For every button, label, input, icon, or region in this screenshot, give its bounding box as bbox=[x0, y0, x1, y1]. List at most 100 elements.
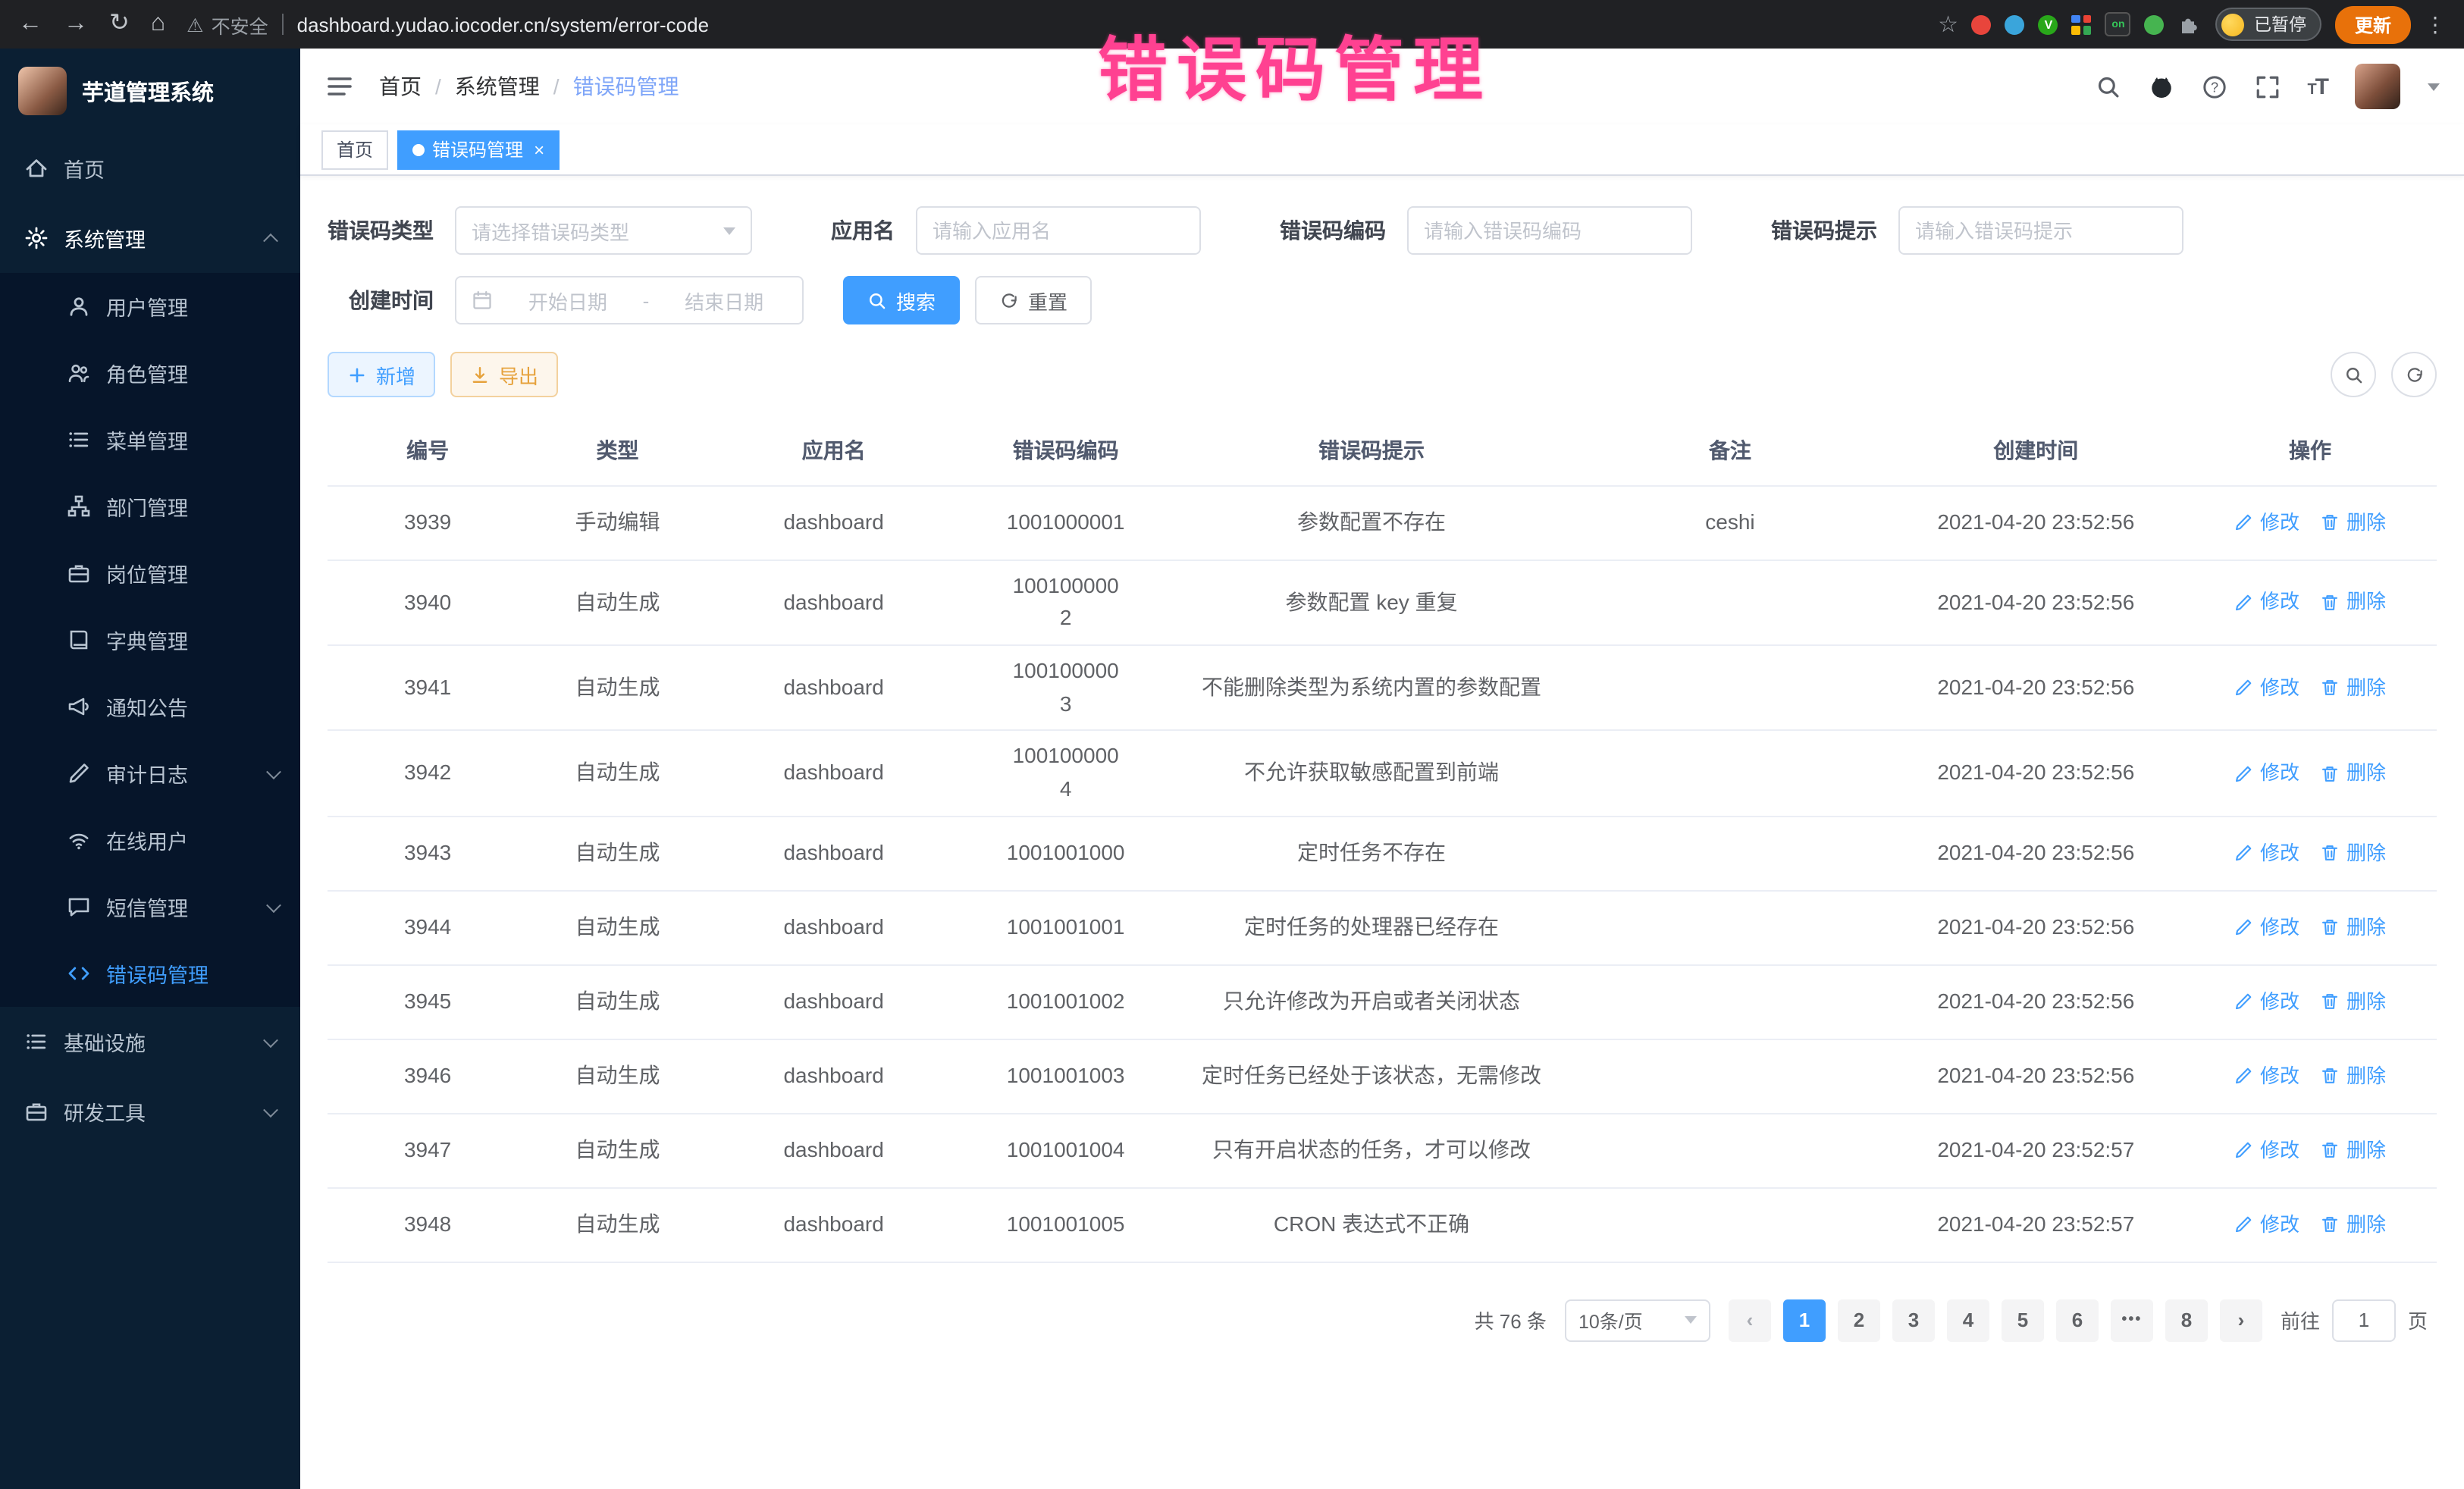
sidebar-item-departments[interactable]: 部门管理 bbox=[0, 473, 300, 540]
next-page-button[interactable]: › bbox=[2220, 1299, 2262, 1342]
puzzle-extensions-icon[interactable] bbox=[2178, 12, 2202, 36]
plus-icon bbox=[347, 365, 367, 384]
bookmark-star-icon[interactable]: ☆ bbox=[1938, 11, 1958, 38]
page-button[interactable]: 4 bbox=[1947, 1299, 1989, 1342]
cell-type: 自动生成 bbox=[528, 1134, 707, 1167]
delete-link[interactable]: 删除 bbox=[2321, 758, 2386, 788]
edit-link[interactable]: 修改 bbox=[2234, 1061, 2299, 1091]
page-button[interactable]: 1 bbox=[1783, 1299, 1826, 1342]
extension-icon[interactable] bbox=[2005, 14, 2025, 34]
app-name-input[interactable] bbox=[916, 206, 1201, 255]
page-button[interactable]: 2 bbox=[1838, 1299, 1880, 1342]
sidebar-item-audit-log[interactable]: 审计日志 bbox=[0, 740, 300, 807]
paused-badge[interactable]: 已暂停 bbox=[2216, 8, 2321, 41]
delete-link[interactable]: 删除 bbox=[2321, 986, 2386, 1017]
page-button[interactable]: 3 bbox=[1892, 1299, 1935, 1342]
forward-icon[interactable]: → bbox=[64, 12, 88, 36]
pencil-icon bbox=[2234, 1141, 2254, 1161]
refresh-icon[interactable]: ↻ bbox=[109, 12, 130, 36]
page-button[interactable]: 6 bbox=[2056, 1299, 2099, 1342]
browser-menu-icon[interactable]: ⋮ bbox=[2425, 11, 2446, 37]
sidebar-item-home[interactable]: 首页 bbox=[0, 133, 300, 203]
delete-link[interactable]: 删除 bbox=[2321, 507, 2386, 538]
search-icon[interactable] bbox=[2095, 74, 2121, 99]
help-icon[interactable] bbox=[2201, 74, 2227, 99]
hamburger-icon[interactable] bbox=[324, 71, 355, 102]
app-logo[interactable]: 芋道管理系统 bbox=[0, 49, 300, 133]
font-size-icon[interactable]: TT bbox=[2307, 74, 2328, 99]
edit-link[interactable]: 修改 bbox=[2234, 912, 2299, 942]
extension-icon[interactable]: V bbox=[2039, 14, 2058, 34]
delete-link[interactable]: 删除 bbox=[2321, 1061, 2386, 1091]
chevron-down-icon bbox=[1685, 1317, 1697, 1324]
edit-link[interactable]: 修改 bbox=[2234, 588, 2299, 618]
edit-link[interactable]: 修改 bbox=[2234, 838, 2299, 868]
avatar[interactable] bbox=[2355, 64, 2400, 109]
sidebar-item-label: 角色管理 bbox=[106, 358, 188, 388]
more-pages-button[interactable]: ••• bbox=[2111, 1299, 2153, 1342]
edit-link[interactable]: 修改 bbox=[2234, 1209, 2299, 1240]
delete-link[interactable]: 删除 bbox=[2321, 672, 2386, 703]
security-warning[interactable]: ⚠ 不安全 bbox=[187, 10, 268, 39]
show-search-button[interactable] bbox=[2331, 352, 2376, 397]
refresh-table-button[interactable] bbox=[2391, 352, 2437, 397]
page-size-select[interactable]: 10条/页 bbox=[1565, 1299, 1710, 1342]
delete-link[interactable]: 删除 bbox=[2321, 1209, 2386, 1240]
add-button[interactable]: 新增 bbox=[328, 352, 435, 397]
page-button[interactable]: 8 bbox=[2165, 1299, 2208, 1342]
cell-code: 100100000 3 bbox=[961, 655, 1171, 721]
sidebar-item-infrastructure[interactable]: 基础设施 bbox=[0, 1007, 300, 1077]
error-code-input[interactable] bbox=[1407, 206, 1692, 255]
extension-icon[interactable] bbox=[1972, 14, 1992, 34]
extension-grid-icon[interactable] bbox=[2072, 14, 2092, 34]
address-bar[interactable]: ⚠ 不安全 dashboard.yudao.iocoder.cn/system/… bbox=[187, 10, 1917, 39]
edit-link[interactable]: 修改 bbox=[2234, 986, 2299, 1017]
sidebar-item-devtools[interactable]: 研发工具 bbox=[0, 1077, 300, 1146]
reset-button[interactable]: 重置 bbox=[975, 276, 1092, 324]
error-hint-input[interactable] bbox=[1898, 206, 2183, 255]
sidebar-item-online-users[interactable]: 在线用户 bbox=[0, 807, 300, 873]
goto-page-input[interactable] bbox=[2332, 1299, 2396, 1342]
sidebar-item-menus[interactable]: 菜单管理 bbox=[0, 406, 300, 473]
delete-link[interactable]: 删除 bbox=[2321, 588, 2386, 618]
table-row: 3939 手动编辑 dashboard 1001000001 参数配置不存在 c… bbox=[328, 486, 2437, 560]
breadcrumb-home[interactable]: 首页 bbox=[379, 71, 422, 102]
edit-link[interactable]: 修改 bbox=[2234, 672, 2299, 703]
edit-link[interactable]: 修改 bbox=[2234, 1135, 2299, 1165]
sidebar-item-system[interactable]: 系统管理 bbox=[0, 203, 300, 273]
fullscreen-icon[interactable] bbox=[2254, 74, 2280, 99]
extension-icon[interactable] bbox=[2145, 14, 2165, 34]
error-type-select[interactable]: 请选择错误码类型 bbox=[455, 206, 752, 255]
extension-on-badge[interactable]: on bbox=[2105, 12, 2131, 36]
delete-link[interactable]: 删除 bbox=[2321, 912, 2386, 942]
delete-link[interactable]: 删除 bbox=[2321, 838, 2386, 868]
delete-link[interactable]: 删除 bbox=[2321, 1135, 2386, 1165]
github-icon[interactable] bbox=[2148, 74, 2174, 99]
sidebar-item-users[interactable]: 用户管理 bbox=[0, 273, 300, 340]
tag-error-code[interactable]: 错误码管理 × bbox=[397, 130, 560, 169]
back-icon[interactable]: ← bbox=[18, 12, 42, 36]
prev-page-button[interactable]: ‹ bbox=[1729, 1299, 1771, 1342]
export-button[interactable]: 导出 bbox=[450, 352, 558, 397]
search-button[interactable]: 搜索 bbox=[843, 276, 960, 324]
close-icon[interactable]: × bbox=[534, 139, 544, 160]
update-button[interactable]: 更新 bbox=[2335, 5, 2411, 43]
date-range-picker[interactable]: 开始日期 - 结束日期 bbox=[455, 276, 804, 324]
sidebar-item-positions[interactable]: 岗位管理 bbox=[0, 540, 300, 607]
sidebar-item-roles[interactable]: 角色管理 bbox=[0, 340, 300, 406]
sidebar-item-announcements[interactable]: 通知公告 bbox=[0, 673, 300, 740]
url-text[interactable]: dashboard.yudao.iocoder.cn/system/error-… bbox=[297, 13, 709, 36]
sidebar-item-sms[interactable]: 短信管理 bbox=[0, 873, 300, 940]
browser-home-icon[interactable]: ⌂ bbox=[151, 12, 165, 36]
sidebar-item-dictionary[interactable]: 字典管理 bbox=[0, 607, 300, 673]
edit-link[interactable]: 修改 bbox=[2234, 758, 2299, 788]
tag-home[interactable]: 首页 bbox=[321, 130, 388, 169]
sidebar-item-error-code[interactable]: 错误码管理 bbox=[0, 940, 300, 1007]
delete-label: 删除 bbox=[2346, 912, 2386, 942]
edit-link[interactable]: 修改 bbox=[2234, 507, 2299, 538]
chevron-down-icon[interactable] bbox=[2428, 83, 2440, 90]
cell-id: 3940 bbox=[328, 586, 528, 619]
edit-label: 修改 bbox=[2260, 588, 2299, 618]
breadcrumb-system[interactable]: 系统管理 bbox=[455, 71, 540, 102]
page-button[interactable]: 5 bbox=[2002, 1299, 2044, 1342]
